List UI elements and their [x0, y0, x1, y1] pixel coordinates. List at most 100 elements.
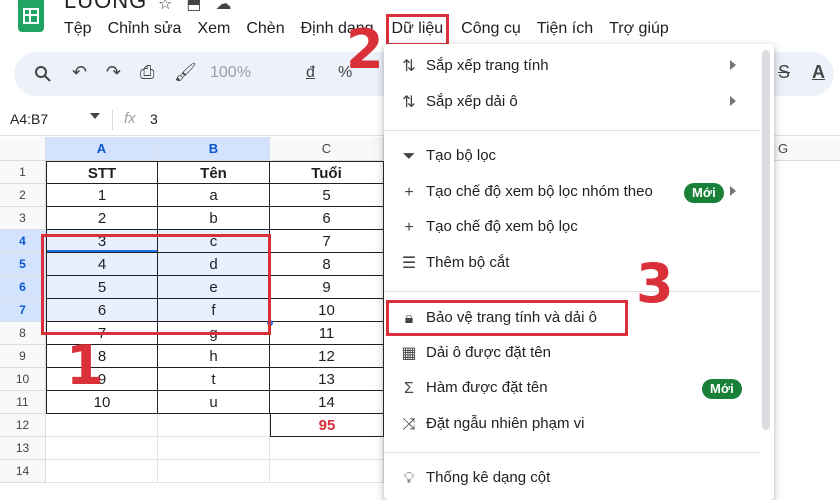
row-header[interactable]: 4	[0, 230, 46, 253]
strikethrough-icon[interactable]: S	[778, 62, 790, 83]
menu-file[interactable]: Tệp	[64, 18, 92, 42]
row-header[interactable]: 5	[0, 253, 46, 276]
row-header[interactable]: 14	[0, 460, 46, 483]
cell[interactable]: 13	[270, 368, 384, 391]
paint-format-icon[interactable]: 🖌	[174, 62, 197, 83]
menu-item-label: Tạo bộ lọc	[426, 147, 497, 164]
menu-scrollbar[interactable]	[762, 50, 770, 430]
row-header[interactable]: 6	[0, 276, 46, 299]
column-header-b[interactable]: B	[158, 137, 270, 161]
menu-item-create-filter[interactable]: ⏷ Tạo bộ lọc	[384, 142, 760, 172]
cell[interactable]	[46, 414, 158, 437]
submenu-arrow-icon	[730, 96, 736, 106]
submenu-arrow-icon	[730, 186, 736, 196]
cell[interactable]	[270, 437, 384, 460]
row-header[interactable]: 10	[0, 368, 46, 391]
menu-extensions[interactable]: Tiện ích	[537, 18, 593, 42]
cell[interactable]: STT	[46, 161, 158, 184]
cell[interactable]	[158, 414, 270, 437]
cell[interactable]: 7	[270, 230, 384, 253]
print-icon[interactable]: ⎙	[140, 62, 154, 83]
cell[interactable]: 11	[270, 322, 384, 345]
row-header[interactable]: 1	[0, 161, 46, 184]
cell[interactable]: t	[158, 368, 270, 391]
row-header[interactable]: 13	[0, 437, 46, 460]
shuffle-icon: ⤨	[402, 416, 416, 433]
undo-icon[interactable]: ↶	[72, 62, 87, 83]
row-header[interactable]: 11	[0, 391, 46, 414]
menu-view[interactable]: Xem	[197, 18, 230, 42]
cell[interactable]: 6	[270, 207, 384, 230]
cell[interactable]: 10	[270, 299, 384, 322]
menu-divider	[384, 130, 760, 131]
cell[interactable]: u	[158, 391, 270, 414]
data-menu-dropdown: ⇅ Sắp xếp trang tính ⇅ Sắp xếp dải ô ⏷ T…	[384, 44, 774, 500]
formula-input[interactable]: 3	[150, 111, 158, 127]
text-color-icon[interactable]: A	[812, 62, 825, 83]
cell[interactable]: b	[158, 207, 270, 230]
menu-item-label: Thống kê dạng cột	[426, 469, 551, 486]
move-icon[interactable]: ⬒	[186, 0, 201, 13]
menu-item-named-ranges[interactable]: ▦ Dải ô được đặt tên	[384, 339, 760, 369]
menu-item-filter-view[interactable]: + Tạo chế độ xem bộ lọc	[384, 213, 760, 243]
row-header[interactable]: 9	[0, 345, 46, 368]
redo-icon[interactable]: ↷	[106, 62, 121, 83]
cell-total[interactable]: 95	[270, 414, 384, 437]
menu-divider	[384, 452, 760, 453]
row-header[interactable]: 3	[0, 207, 46, 230]
menu-item-named-functions[interactable]: Σ Hàm được đặt tên Mới	[384, 374, 760, 404]
cell[interactable]: 5	[270, 184, 384, 207]
plus-icon: +	[404, 219, 414, 236]
cell[interactable]: 9	[270, 276, 384, 299]
sheets-logo-icon[interactable]	[18, 0, 44, 32]
cell[interactable]	[46, 460, 158, 483]
cell[interactable]: a	[158, 184, 270, 207]
search-icon[interactable]	[34, 65, 52, 83]
name-box[interactable]: A4:B7	[10, 111, 48, 127]
cell[interactable]: 1	[46, 184, 158, 207]
column-header-a[interactable]: A	[46, 137, 158, 161]
cell[interactable]	[158, 437, 270, 460]
menu-item-add-slicer[interactable]: ☰ Thêm bộ cắt	[384, 249, 760, 279]
menu-item-column-stats[interactable]: 💡︎ Thống kê dạng cột	[384, 464, 760, 494]
plus-icon: +	[404, 184, 414, 201]
zoom-select[interactable]: 100%	[210, 64, 251, 82]
menu-item-sort-sheet[interactable]: ⇅ Sắp xếp trang tính	[384, 52, 760, 82]
menu-item-randomize-range[interactable]: ⤨ Đặt ngẫu nhiên phạm vi	[384, 410, 760, 440]
menu-insert[interactable]: Chèn	[246, 18, 284, 42]
name-box-dropdown-icon[interactable]	[90, 113, 100, 119]
menu-help[interactable]: Trợ giúp	[609, 18, 669, 42]
menu-tools[interactable]: Công cụ	[461, 18, 521, 42]
cell[interactable]: 12	[270, 345, 384, 368]
star-icon[interactable]: ☆	[158, 0, 172, 13]
named-range-icon: ▦	[401, 345, 417, 362]
cell[interactable]: h	[158, 345, 270, 368]
cell[interactable]: Tuổi	[270, 161, 384, 184]
row-header[interactable]: 12	[0, 414, 46, 437]
cell[interactable]: 2	[46, 207, 158, 230]
menu-data[interactable]: Dữ liệu	[385, 14, 450, 46]
cell[interactable]	[270, 460, 384, 483]
menu-item-label: Tạo chế độ xem bộ lọc	[426, 218, 578, 235]
column-header-c[interactable]: C	[270, 137, 384, 161]
cell[interactable]: 14	[270, 391, 384, 414]
currency-format-button[interactable]: đ	[306, 64, 315, 82]
menu-item-sort-range[interactable]: ⇅ Sắp xếp dải ô	[384, 88, 760, 118]
cell[interactable]: Tên	[158, 161, 270, 184]
cloud-icon[interactable]: ☁	[215, 0, 231, 13]
title-bar: LUONG ☆ ⬒ ☁ Tệp Chỉnh sửa Xem Chèn Định dạ…	[0, 0, 840, 48]
row-header[interactable]: 7	[0, 299, 46, 322]
row-header[interactable]: 8	[0, 322, 46, 345]
cell[interactable]: 8	[270, 253, 384, 276]
menu-item-group-filter-view[interactable]: + Tạo chế độ xem bộ lọc nhóm theo Mới	[384, 178, 760, 208]
document-title[interactable]: LUONG	[64, 0, 147, 14]
select-all-corner[interactable]	[0, 137, 46, 161]
sigma-icon: Σ	[404, 380, 414, 397]
menu-item-label: Tạo chế độ xem bộ lọc nhóm theo	[426, 183, 653, 200]
menu-edit[interactable]: Chỉnh sửa	[108, 18, 182, 42]
column-header-g[interactable]: G	[774, 137, 840, 161]
grid-right-fragment: G	[774, 137, 840, 500]
cell[interactable]	[46, 437, 158, 460]
row-header[interactable]: 2	[0, 184, 46, 207]
cell[interactable]	[158, 460, 270, 483]
